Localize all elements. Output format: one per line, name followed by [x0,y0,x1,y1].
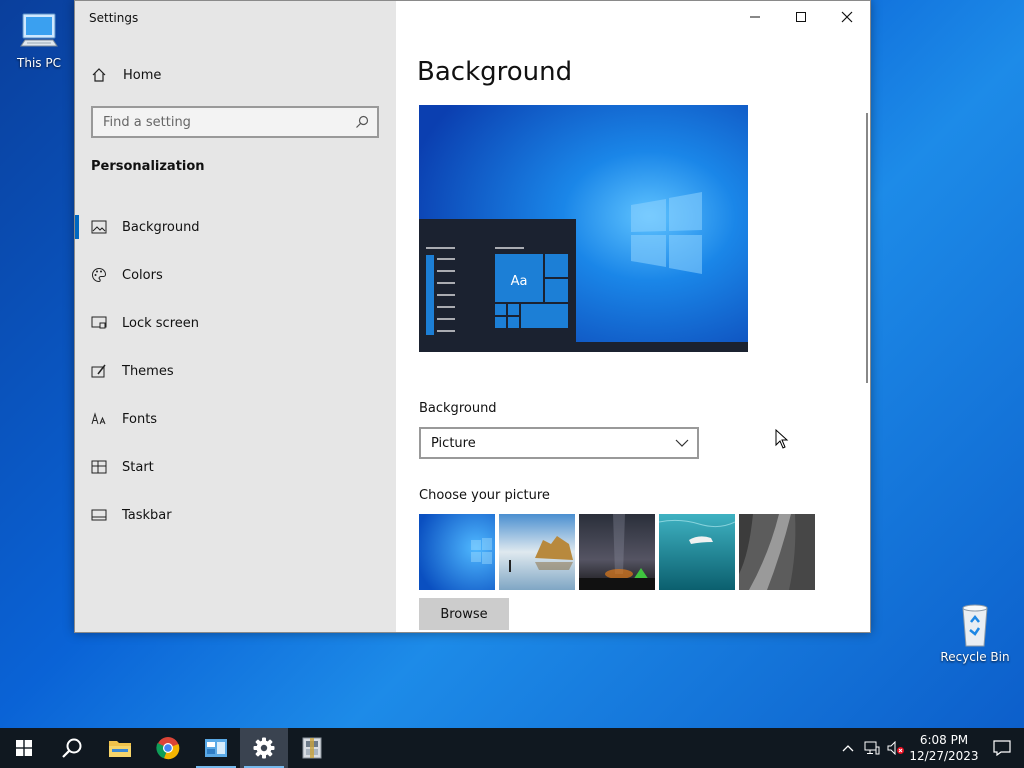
start-icon [91,459,107,475]
close-button[interactable] [824,1,870,33]
section-title: Personalization [91,159,205,174]
volume-muted-icon [887,741,904,755]
computer-icon [20,13,58,47]
search-icon [62,738,82,758]
preview-sample-text: Aa [511,274,528,289]
background-type-dropdown[interactable]: Picture [419,427,699,459]
home-icon [92,68,106,82]
search-icon[interactable] [355,115,369,129]
recycle-bin-icon [962,604,988,647]
desktop-icon-this-pc[interactable]: This PC [4,10,74,70]
chevron-down-icon [675,439,689,447]
sidebar-item-label: Taskbar [122,507,172,523]
picture-icon [91,219,107,235]
choose-picture-label: Choose your picture [419,488,550,503]
taskbar-file-explorer[interactable] [96,728,144,768]
window-title: Settings [89,11,139,25]
thumbnail-rock-cliff[interactable] [739,514,815,590]
chevron-up-icon [842,745,854,752]
minimize-icon [750,16,760,18]
taskbar-settings[interactable] [240,728,288,768]
thumbnail-night-sky[interactable] [579,514,655,590]
action-center-button[interactable] [980,728,1024,768]
desktop-icon-label: This PC [17,56,61,70]
sidebar-item-start[interactable]: Start [75,443,396,491]
main-pane: Background Aa Background Picture Choose … [396,1,870,632]
maximize-button[interactable] [778,1,824,33]
sidebar-item-themes[interactable]: Themes [75,347,396,395]
sidebar-item-label: Themes [122,363,174,379]
dropdown-value: Picture [431,435,476,451]
nav-home[interactable]: Home [91,63,161,87]
thumbnail-windows-blue[interactable] [419,514,495,590]
clock-time: 6:08 PM [919,733,969,747]
gear-icon [253,737,275,759]
folder-icon [109,741,131,757]
sidebar-item-label: Lock screen [122,315,199,331]
notification-icon [993,740,1011,756]
sidebar-item-lock-screen[interactable]: Lock screen [75,299,396,347]
volume-button[interactable] [884,728,908,768]
themes-icon [91,363,107,379]
sidebar: Settings Home Personalization Background [75,1,396,632]
start-button[interactable] [0,728,48,768]
nav-home-label: Home [123,67,162,83]
system-tray: 6:08 PM 12/27/2023 [836,728,1024,768]
sidebar-item-background[interactable]: Background [75,203,396,251]
sidebar-item-colors[interactable]: Colors [75,251,396,299]
desktop-icon-label: Recycle Bin [940,650,1010,664]
archive-icon [302,737,322,759]
taskbar-search-button[interactable] [48,728,96,768]
show-hidden-icons-button[interactable] [836,728,860,768]
sidebar-item-label: Colors [122,267,163,283]
taskbar-clock[interactable]: 6:08 PM 12/27/2023 [908,732,980,764]
sidebar-item-fonts[interactable]: Fonts [75,395,396,443]
close-icon [841,11,853,23]
picture-thumbnails [419,514,815,590]
minimize-button[interactable] [732,1,778,33]
desktop-icon-recycle-bin[interactable]: Recycle Bin [940,602,1010,664]
settings-window: Settings Home Personalization Background [74,0,871,633]
browse-button[interactable]: Browse [419,598,509,630]
windows-logo-icon [16,740,32,756]
search-input[interactable] [103,114,355,130]
thumbnail-underwater-swimmer[interactable] [659,514,735,590]
background-preview: Aa [419,105,748,352]
maximize-icon [796,12,806,22]
network-button[interactable] [860,728,884,768]
taskbar-control-panel[interactable] [192,728,240,768]
taskbar-icon [91,507,107,523]
mouse-cursor-icon [775,429,789,449]
fonts-icon [91,411,107,427]
chrome-icon [156,737,180,760]
control-panel-icon [205,739,227,757]
sidebar-item-label: Fonts [122,411,158,427]
search-box[interactable] [91,106,379,138]
taskbar: 6:08 PM 12/27/2023 [0,728,1024,768]
clock-date: 12/27/2023 [909,749,979,763]
taskbar-archive[interactable] [288,728,336,768]
lock-screen-icon [91,315,107,331]
palette-icon [91,267,107,283]
scrollbar-thumb[interactable] [866,113,868,383]
page-title: Background [417,57,573,87]
network-icon [864,741,880,755]
thumbnail-beach-rocks[interactable] [499,514,575,590]
nav-list: Background Colors Lock screen Themes Fon… [75,203,396,539]
sidebar-item-label: Background [122,219,200,235]
sidebar-item-label: Start [122,459,154,475]
sidebar-item-taskbar[interactable]: Taskbar [75,491,396,539]
background-type-label: Background [419,401,497,416]
taskbar-chrome[interactable] [144,728,192,768]
